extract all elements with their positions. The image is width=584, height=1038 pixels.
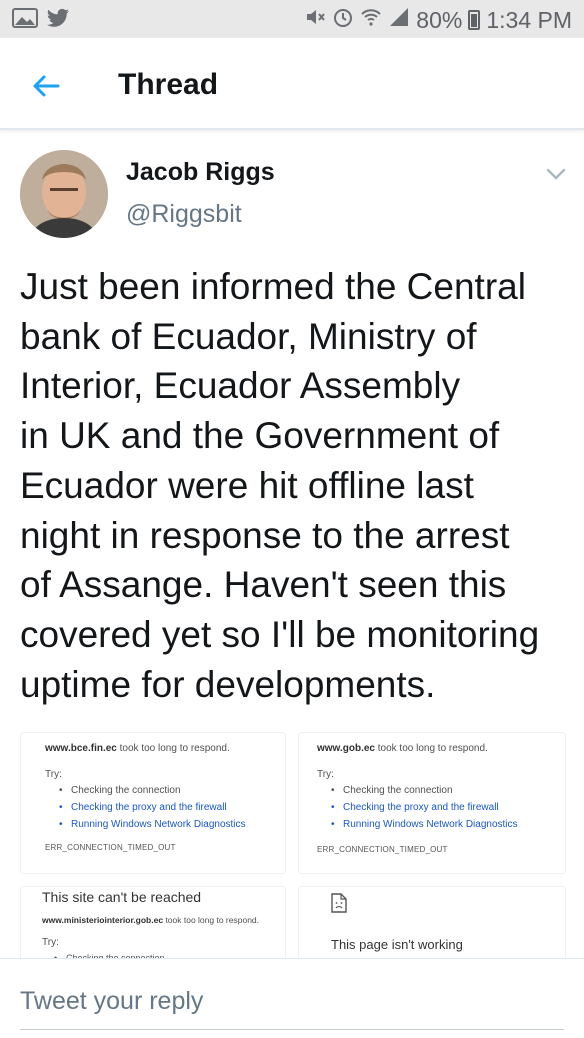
tweet-line: Interior, Ecuador Assembly [20, 365, 461, 407]
suggestion-item: Checking the connection [59, 785, 246, 802]
tweet-line: in UK and the Government of [20, 415, 500, 457]
tweet-line: Just been informed the Central [20, 266, 526, 307]
signal-icon [388, 6, 410, 34]
reply-input[interactable]: Tweet your reply [20, 987, 203, 1016]
tweet-line: uptime for developments. [20, 663, 436, 705]
suggestion-list: Checking the connection Checking the pro… [331, 785, 518, 836]
error-message: took too long to respond. [374, 743, 488, 754]
error-domain: www.gob.ec [317, 743, 375, 754]
battery-icon [468, 10, 481, 30]
mute-icon [304, 6, 326, 34]
media-image-3[interactable]: This site can't be reached www.ministeri… [20, 886, 286, 962]
error-heading: This page isn't working [331, 937, 463, 952]
error-code: ERR_CONNECTION_TIMED_OUT [45, 843, 176, 852]
try-label: Try: [317, 769, 334, 780]
author-name[interactable]: Jacob Riggs [126, 158, 275, 187]
suggestion-link: Checking the proxy and the firewall [59, 802, 246, 819]
thread-header: Thread [0, 38, 584, 130]
status-time: 1:34 PM [486, 6, 572, 33]
tweet-text: Just been informed the Central bank of E… [20, 262, 572, 709]
suggestion-link: Checking the proxy and the firewall [331, 802, 518, 819]
wifi-icon [360, 6, 382, 34]
image-icon [12, 8, 38, 33]
media-image-4[interactable]: This page isn't working [298, 886, 566, 962]
reply-bar: Tweet your reply [0, 958, 584, 1038]
error-domain: www.bce.fin.ec [45, 743, 117, 754]
suggestion-link: Running Windows Network Diagnostics [59, 819, 246, 836]
error-code: ERR_CONNECTION_TIMED_OUT [317, 845, 448, 854]
suggestion-list: Checking the connection Checking the pro… [59, 785, 246, 836]
tweet-line: covered yet so I'll be monitoring [20, 613, 540, 655]
tweet-line: Ecuador were hit offline last [20, 464, 474, 506]
alarm-icon [332, 6, 354, 34]
tweet-media-grid: www.bce.fin.ec took too long to respond.… [20, 732, 566, 962]
suggestion-item: Checking the connection [331, 785, 518, 802]
author-handle[interactable]: @Riggsbit [126, 200, 242, 229]
chevron-down-icon [546, 168, 566, 180]
back-button[interactable] [28, 68, 64, 104]
arrow-left-icon [33, 75, 60, 97]
tweet-line: of Assange. Haven't seen this [20, 564, 507, 606]
media-image-2[interactable]: www.gob.ec took too long to respond. Try… [298, 732, 566, 874]
error-message: took too long to respond. [163, 915, 260, 925]
error-heading: This site can't be reached [42, 889, 202, 905]
page-title: Thread [118, 68, 219, 101]
suggestion-link: Running Windows Network Diagnostics [331, 819, 518, 836]
try-label: Try: [45, 769, 62, 780]
avatar[interactable] [20, 150, 108, 238]
tweet-line: night in response to the arrest [20, 514, 510, 556]
error-message: took too long to respond. [116, 743, 230, 754]
tweet-line: bank of Ecuador, Ministry of [20, 315, 477, 357]
sad-document-icon [331, 893, 347, 913]
try-label: Try: [42, 937, 59, 948]
status-bar: 80% 1:34 PM [0, 0, 584, 38]
tweet-options-button[interactable] [542, 160, 570, 188]
reply-underline [20, 1029, 564, 1030]
media-image-1[interactable]: www.bce.fin.ec took too long to respond.… [20, 732, 286, 874]
error-domain: www.ministeriointerior.gob.ec [42, 915, 164, 925]
twitter-bird-icon [46, 8, 70, 33]
battery-percent: 80% [416, 6, 463, 33]
